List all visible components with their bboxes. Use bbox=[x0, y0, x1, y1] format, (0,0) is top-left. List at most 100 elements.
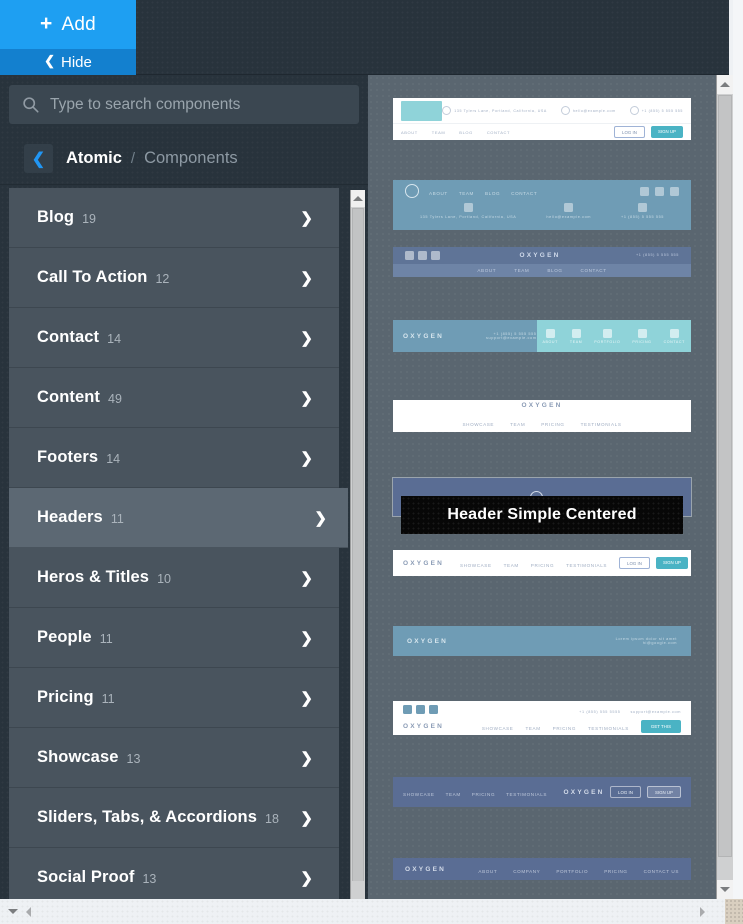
horizontal-scrollbar-track[interactable] bbox=[26, 899, 705, 924]
scroll-down-button[interactable] bbox=[717, 880, 733, 899]
sidebar-item-count: 13 bbox=[142, 871, 157, 886]
search-input[interactable] bbox=[50, 95, 346, 114]
sidebar-item-content[interactable]: Content 49 ❯ bbox=[9, 368, 339, 428]
top-toolbar: + Add ❮ Hide bbox=[0, 0, 729, 75]
chevron-right-icon: ❯ bbox=[300, 629, 313, 647]
sidebar-item-footers[interactable]: Footers 14 ❯ bbox=[9, 428, 339, 488]
triangle-down-icon bbox=[720, 887, 730, 892]
preview-vertical-scrollbar[interactable] bbox=[716, 75, 733, 899]
thumbnail-header-blue-with-contact-icons[interactable]: ABOUT TEAM BLOG CONTACT 135 Tylers Lane, Por… bbox=[393, 180, 691, 230]
sidebar-item-label: Headers bbox=[37, 508, 103, 526]
search-icon bbox=[22, 96, 39, 113]
chevron-right-icon: ❯ bbox=[300, 389, 313, 407]
scroll-right-button[interactable] bbox=[700, 906, 705, 917]
thumbnail-header-navy-right-nav[interactable]: OXYGEN ABOUT COMPANY PORTFOLIO PRICING CONTAC… bbox=[393, 858, 691, 880]
triangle-up-icon bbox=[720, 82, 730, 87]
breadcrumb-root[interactable]: Atomic bbox=[66, 149, 122, 168]
add-button[interactable]: + Add bbox=[0, 0, 136, 49]
sidebar-item-count: 14 bbox=[107, 331, 122, 346]
thumbnail-header-with-contact-bar[interactable]: 135 Tylers Lane, Portland, California, U… bbox=[393, 98, 691, 140]
sidebar-item-count: 19 bbox=[82, 211, 96, 226]
sidebar-item-showcase[interactable]: Showcase 13 ❯ bbox=[9, 728, 339, 788]
chevron-right-icon: ❯ bbox=[300, 569, 313, 587]
hide-button[interactable]: ❮ Hide bbox=[0, 49, 136, 75]
search-box[interactable] bbox=[9, 85, 359, 124]
thumbnail-header-icon-nav-bar[interactable]: OXYGEN +1 (855) 5 555 555 support@example.… bbox=[393, 320, 691, 352]
sidebar-item-count: 11 bbox=[101, 691, 115, 706]
component-tooltip: Header Simple Centered bbox=[401, 496, 683, 534]
triangle-left-icon bbox=[26, 906, 31, 917]
add-button-label: Add bbox=[61, 13, 96, 35]
background-page-sliver bbox=[733, 0, 743, 899]
component-preview-pane[interactable]: 135 Tylers Lane, Portland, California, U… bbox=[368, 75, 716, 899]
triangle-down-icon bbox=[8, 909, 18, 914]
breadcrumb-current: Components bbox=[144, 149, 238, 167]
scroll-left-button[interactable] bbox=[26, 906, 31, 917]
sidebar-item-label: Contact bbox=[37, 328, 100, 346]
sidebar-item-contact[interactable]: Contact 14 ❯ bbox=[9, 308, 339, 368]
chevron-right-icon: ❯ bbox=[300, 209, 313, 227]
chevron-right-icon: ❯ bbox=[300, 869, 313, 887]
sidebar-item-label: Blog bbox=[37, 208, 75, 226]
scroll-down-button[interactable] bbox=[0, 899, 26, 924]
sidebar-item-label: Footers bbox=[37, 448, 99, 466]
breadcrumb-back-button[interactable]: ❮ bbox=[24, 144, 53, 173]
triangle-up-icon bbox=[353, 196, 363, 201]
sidebar-item-label: Content bbox=[37, 388, 101, 406]
tooltip-label: Header Simple Centered bbox=[447, 506, 637, 523]
scrollbar-thumb[interactable] bbox=[352, 208, 364, 898]
sidebar-item-people[interactable]: People 11 ❯ bbox=[9, 608, 339, 668]
breadcrumb: ❮ Atomic / Components bbox=[0, 133, 368, 185]
triangle-right-icon bbox=[700, 906, 705, 917]
sidebar-item-blog[interactable]: Blog 19 ❯ bbox=[9, 188, 339, 248]
window-resize-grip[interactable] bbox=[725, 899, 743, 924]
sidebar-item-call-to-action[interactable]: Call To Action 12 ❯ bbox=[9, 248, 339, 308]
sidebar-item-count: 10 bbox=[157, 571, 171, 586]
sidebar-item-count: 49 bbox=[108, 391, 122, 406]
sidebar-item-label: Call To Action bbox=[37, 268, 148, 286]
scrollbar-corner bbox=[350, 881, 365, 899]
thumbnail-header-navy-centered-logo[interactable]: SHOWCASE TEAM PRICING TESTIMONIALS OXYGEN LOG… bbox=[393, 777, 691, 807]
chevron-left-icon: ❮ bbox=[44, 53, 56, 68]
sidebar-item-count: 11 bbox=[110, 511, 124, 526]
scrollbar-thumb[interactable] bbox=[718, 95, 732, 857]
sidebar-item-sliders-tabs-accordions[interactable]: Sliders, Tabs, & Accordions 18 ❯ bbox=[9, 788, 339, 848]
sidebar-item-label: Social Proof bbox=[37, 868, 135, 886]
chevron-right-icon: ❯ bbox=[300, 449, 313, 467]
chevron-right-icon: ❯ bbox=[300, 809, 313, 827]
component-category-list: Blog 19 ❯ Call To Action 12 ❯ Contact 14 ❯ Conten… bbox=[0, 188, 368, 924]
sidebar-item-headers[interactable]: Headers 11 ❯ bbox=[9, 488, 348, 548]
thumbnail-header-dark-social-top[interactable]: OXYGEN +1 (855) 5 555 555 ABOUT TEAM BLOG CON… bbox=[393, 247, 691, 277]
chevron-right-icon: ❯ bbox=[300, 269, 313, 287]
thumbnail-header-white-social-cta[interactable]: +1 (855) 555 5555 support@example.com OXYG… bbox=[393, 701, 691, 735]
chevron-right-icon: ❯ bbox=[300, 329, 313, 347]
sidebar-vertical-scrollbar[interactable] bbox=[350, 190, 365, 919]
scroll-up-button[interactable] bbox=[351, 190, 365, 207]
plus-icon: + bbox=[40, 12, 53, 35]
sidebar-item-label: People bbox=[37, 628, 92, 646]
breadcrumb-separator: / bbox=[130, 150, 136, 167]
sidebar-item-count: 13 bbox=[126, 751, 141, 766]
sidebar-item-count: 14 bbox=[106, 451, 121, 466]
sidebar-item-label: Showcase bbox=[37, 748, 119, 766]
chevron-right-icon: ❯ bbox=[314, 509, 327, 527]
sidebar-item-heros-titles[interactable]: Heros & Titles 10 ❯ bbox=[9, 548, 339, 608]
sidebar-item-count: 18 bbox=[265, 811, 279, 826]
component-library-window: 135 Tylers Lane, Portland, California, U… bbox=[0, 0, 743, 924]
bottom-scroll-bar[interactable] bbox=[0, 899, 743, 924]
thumbnail-header-simple-centered-white[interactable]: OXYGEN SHOWCASE TEAM PRICING TESTIMONIALS bbox=[393, 400, 691, 432]
sidebar-item-label: Heros & Titles bbox=[37, 568, 150, 586]
thumbnail-header-blue-email-only[interactable]: OXYGEN Lorem ipsum dolor sit amet hi@googl… bbox=[393, 626, 691, 656]
sidebar-item-pricing[interactable]: Pricing 11 ❯ bbox=[9, 668, 339, 728]
sidebar-item-label: Sliders, Tabs, & Accordions bbox=[37, 808, 258, 826]
chevron-left-icon: ❮ bbox=[31, 150, 46, 168]
hide-button-label: Hide bbox=[61, 53, 92, 71]
chevron-right-icon: ❯ bbox=[300, 689, 313, 707]
components-sidebar: ❮ Atomic / Components Blog19❯Call To Act… bbox=[0, 75, 368, 924]
sidebar-item-count: 11 bbox=[99, 631, 113, 646]
thumbnail-header-light-login-signup[interactable]: OXYGEN SHOWCASE TEAM PRICING TESTIMONIALS LOG… bbox=[393, 550, 691, 576]
scroll-up-button[interactable] bbox=[717, 75, 733, 94]
sidebar-item-label: Pricing bbox=[37, 688, 94, 706]
chevron-right-icon: ❯ bbox=[300, 749, 313, 767]
sidebar-item-count: 12 bbox=[155, 271, 170, 286]
